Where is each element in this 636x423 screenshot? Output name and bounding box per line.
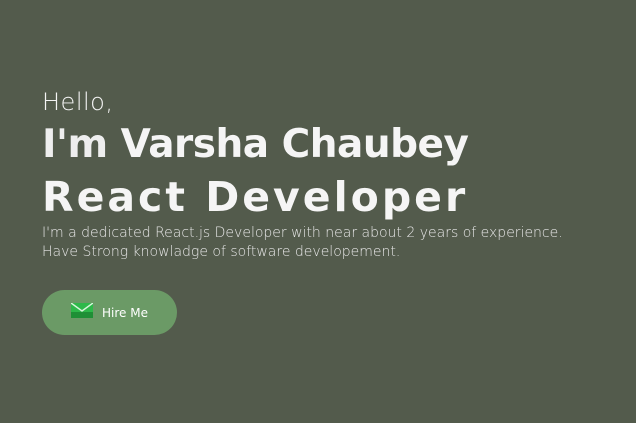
hero-section: Hello, I'm Varsha Chaubey React Develope… — [42, 86, 636, 262]
hero-name-heading: I'm Varsha Chaubey — [42, 122, 636, 168]
role-heading: React Developer — [42, 173, 469, 221]
greeting-text: Hello, — [42, 88, 114, 116]
hero-description: I'm a dedicated React.js Developer with … — [42, 224, 636, 262]
description-line-1: I'm a dedicated React.js Developer with … — [42, 225, 563, 241]
name-text: Varsha Chaubey — [120, 122, 469, 167]
hire-me-button[interactable]: Hire Me — [42, 290, 177, 335]
description-line-2: Have Strong knowladge of software develo… — [42, 244, 401, 260]
name-prefix: I'm — [42, 122, 108, 167]
mail-icon — [70, 302, 94, 318]
hire-me-label: Hire Me — [102, 305, 148, 320]
